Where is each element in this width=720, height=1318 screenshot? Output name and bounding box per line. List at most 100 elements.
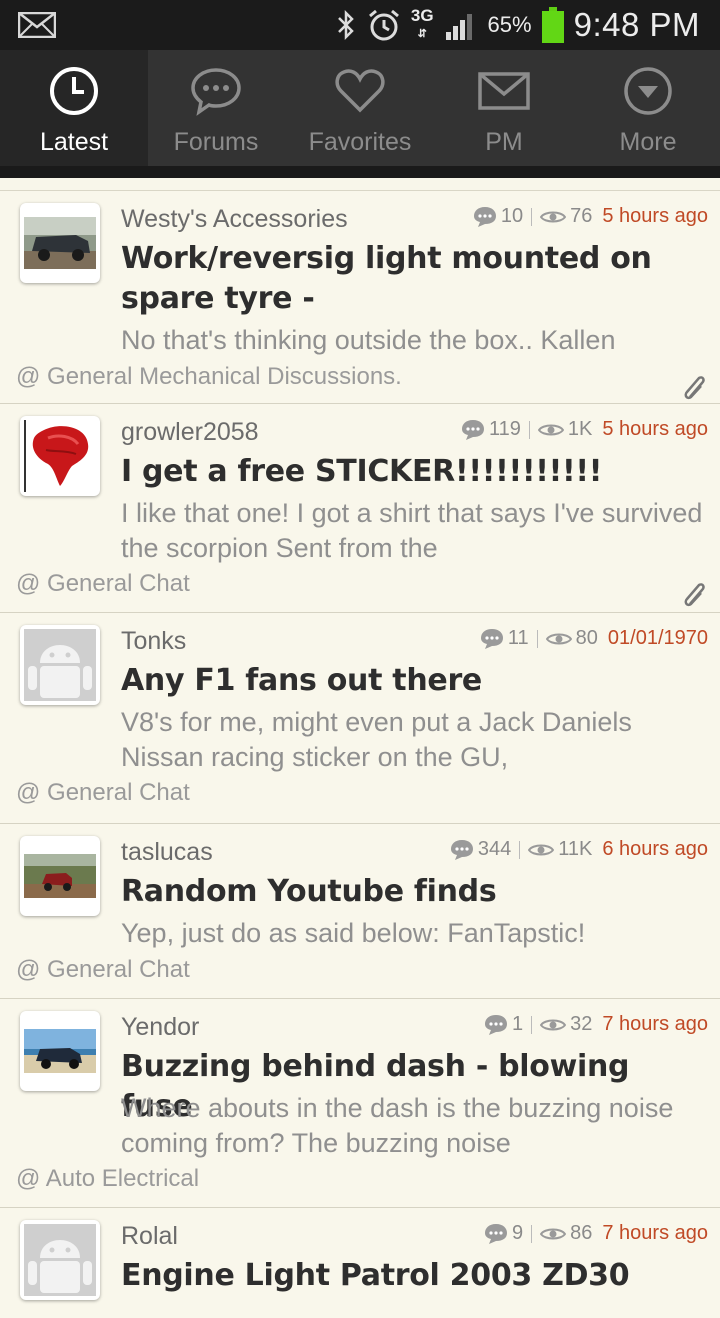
topic-meta: 11 80 01/01/1970 (480, 627, 708, 650)
reply-count: 11 (507, 627, 529, 649)
topic-meta: 10 76 5 hours ago (473, 205, 708, 228)
topic-meta: 9 86 7 hours ago (484, 1222, 708, 1245)
tab-pm[interactable]: PM (432, 50, 576, 166)
topic-title: Random Youtube finds (121, 874, 497, 909)
tab-label: Latest (39, 128, 109, 156)
clock-time: 9:48 PM (573, 6, 700, 43)
tab-latest[interactable]: Latest (0, 50, 148, 166)
beach-4wd-photo-avatar (24, 1029, 96, 1073)
view-count-icon (545, 633, 572, 644)
view-count: 11K (558, 838, 593, 860)
topic-excerpt: V8's for me, might even put a Jack Danie… (121, 707, 632, 772)
avatar[interactable] (20, 1220, 100, 1300)
tab-label: Favorites (308, 128, 412, 156)
attachment-icon (684, 583, 705, 607)
topic-time: 6 hours ago (602, 838, 708, 860)
view-count: 1K (567, 418, 593, 440)
topic-meta: 344 11K 6 hours ago (450, 838, 708, 861)
tab-bar: Latest Forums Favorites PM More (0, 50, 720, 178)
view-count: 76 (570, 205, 593, 227)
topic-forum[interactable]: @ General Mechanical Discussions. (16, 363, 402, 391)
reply-count: 9 (511, 1222, 524, 1244)
envelope-icon (478, 72, 530, 110)
chat-bubble-icon (191, 68, 241, 116)
tab-label: More (619, 128, 677, 156)
tab-label: Forums (173, 128, 259, 156)
view-count: 80 (575, 627, 598, 649)
topic-forum[interactable]: @ General Chat (16, 956, 190, 984)
topic-row[interactable]: Westy's Accessories 10 76 5 hours ago Wo… (0, 191, 720, 404)
heart-icon (335, 69, 385, 113)
topic-title: Engine Light Patrol 2003 ZD30 (121, 1258, 630, 1293)
topic-time: 01/01/1970 (607, 627, 708, 649)
android-default-avatar (24, 629, 96, 701)
topic-title: Work/reversig light mounted on spare tyr… (121, 241, 652, 316)
reply-count: 344 (477, 838, 512, 860)
topic-time: 5 hours ago (602, 418, 708, 440)
topic-forum[interactable]: @ General Chat (16, 570, 190, 598)
topic-author: growler2058 (121, 418, 259, 446)
tab-label: PM (485, 128, 523, 156)
android-default-avatar (24, 1224, 96, 1296)
topic-row[interactable]: growler2058 119 1K 5 hours ago I get a f… (0, 404, 720, 613)
bluetooth-icon (337, 9, 354, 41)
avatar[interactable] (20, 625, 100, 705)
avatar[interactable] (20, 416, 100, 496)
avatar[interactable] (20, 1011, 100, 1091)
topic-author: Tonks (121, 627, 187, 655)
reply-count-icon (484, 1014, 507, 1035)
attachment-icon (684, 376, 705, 400)
reply-count-icon (473, 206, 496, 227)
view-count-icon (540, 1228, 567, 1239)
topic-meta: 119 1K 5 hours ago (461, 418, 708, 441)
reply-count-icon (450, 839, 473, 860)
offroad-photo-avatar (24, 854, 96, 898)
topic-title: I get a free STICKER!!!!!!!!!!! (121, 454, 603, 489)
topic-row[interactable]: Tonks 11 80 01/01/1970 Any F1 fans out t… (0, 613, 720, 824)
reply-count: 1 (511, 1013, 524, 1035)
tab-favorites[interactable]: Favorites (288, 50, 432, 166)
topic-author: Rolal (121, 1222, 178, 1250)
view-count: 86 (570, 1222, 593, 1244)
topic-excerpt: Where abouts in the dash is the buzzing … (121, 1093, 674, 1158)
topic-excerpt: I like that one! I got a shirt that says… (121, 498, 703, 563)
topic-row[interactable]: Yendor 1 32 7 hours ago Buzzing behind d… (0, 999, 720, 1208)
topic-time: 5 hours ago (602, 205, 708, 227)
tab-more[interactable]: More (576, 50, 720, 166)
reply-count: 119 (489, 418, 521, 440)
clock-icon (50, 67, 98, 115)
topic-excerpt: Yep, just do as said below: FanTapstic! (121, 918, 586, 948)
topic-meta: 1 32 7 hours ago (484, 1013, 708, 1036)
truck-photo-avatar (24, 217, 96, 269)
view-count-icon (528, 844, 555, 855)
topic-author: Westy's Accessories (121, 205, 348, 233)
alarm-icon (368, 9, 399, 41)
topic-time: 7 hours ago (602, 1013, 708, 1035)
topic-author: taslucas (121, 838, 213, 866)
dropdown-circle-icon (624, 67, 672, 115)
topic-title: Any F1 fans out there (121, 663, 482, 698)
status-bar: 3G ⇵ 65% 9:48 PM (0, 0, 720, 50)
topic-forum[interactable]: @ General Chat (16, 779, 190, 807)
reply-count-icon (462, 419, 484, 440)
avatar[interactable] (20, 203, 100, 283)
view-count-icon (537, 424, 564, 435)
mail-notification-icon (18, 12, 56, 38)
topic-row[interactable]: taslucas 344 11K 6 hours ago Random Yout… (0, 824, 720, 999)
topic-list: Westy's Accessories 10 76 5 hours ago Wo… (0, 190, 720, 1318)
signal-icon (445, 14, 472, 40)
avatar[interactable] (20, 836, 100, 916)
view-count-icon (540, 1019, 567, 1030)
battery-icon (541, 7, 564, 43)
reply-count-icon (484, 1223, 507, 1244)
tab-forums[interactable]: Forums (144, 50, 288, 166)
topic-excerpt: No that's thinking outside the box.. Kal… (121, 325, 616, 355)
topic-forum[interactable]: @ Auto Electrical (16, 1165, 199, 1193)
red-pepper-avatar (24, 420, 89, 492)
reply-count: 10 (500, 205, 524, 227)
reply-count-icon (480, 628, 503, 649)
view-count-icon (540, 211, 567, 222)
topic-row[interactable]: Rolal 9 86 7 hours ago Engine Light Patr… (0, 1208, 720, 1318)
battery-percent: 65% (487, 12, 532, 37)
topic-time: 7 hours ago (602, 1222, 708, 1244)
